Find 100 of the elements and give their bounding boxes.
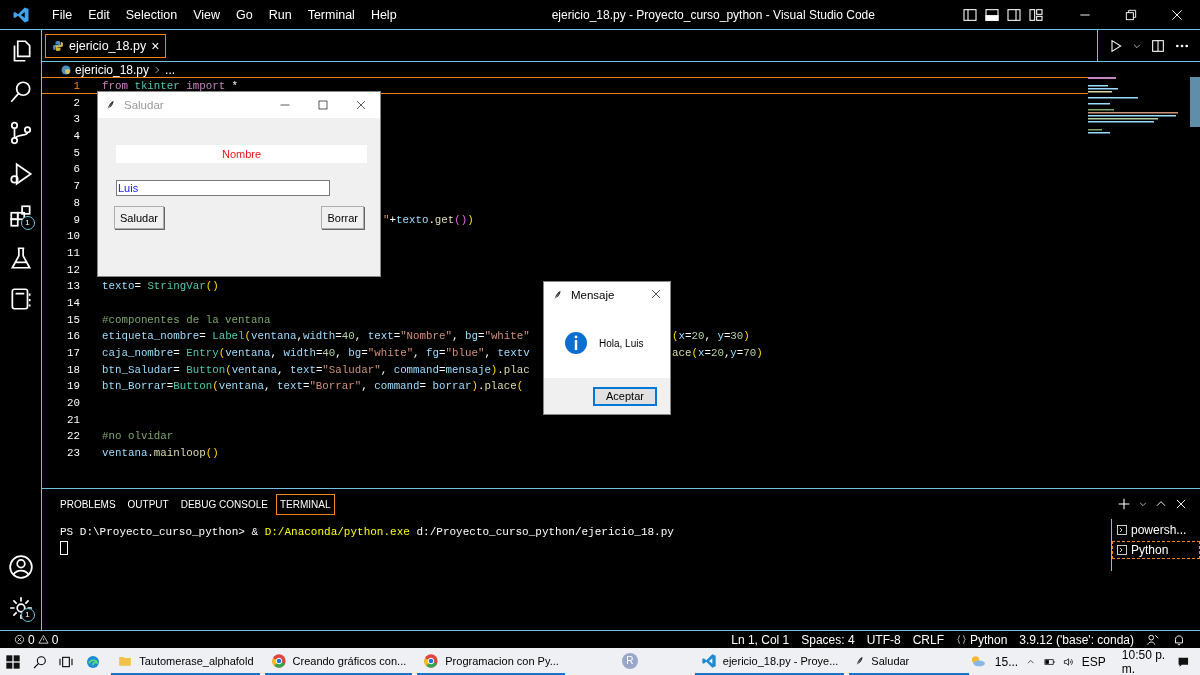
code-line: caja_nombre= Entry(ventana, width=40, bg="white", fg="blue", textv — [102, 346, 530, 360]
taskbar-app[interactable]: Saludar — [849, 648, 970, 675]
line-number: 9 — [72, 212, 81, 227]
status-item[interactable]: Python — [950, 632, 1014, 647]
code-fragment: "+texto.get()) — [383, 212, 474, 228]
browser-icon — [270, 652, 287, 669]
secondary-sidebar-icon[interactable] — [1006, 6, 1022, 23]
line-number: 18 — [66, 362, 81, 377]
panel-toggle-icon[interactable] — [984, 6, 1000, 23]
terminal-item[interactable]: powersh... — [1112, 521, 1200, 539]
input-language[interactable]: ESP — [1081, 654, 1106, 669]
line-number: 2 — [72, 95, 81, 110]
line-number: 3 — [72, 112, 81, 127]
run-icon[interactable] — [1108, 37, 1124, 54]
breadcrumb-item[interactable]: ejericio_18.py — [75, 62, 150, 77]
status-item[interactable]: CRLF — [906, 632, 950, 647]
sidebar-toggle-icon[interactable] — [962, 6, 978, 23]
close-icon[interactable]: × — [151, 37, 160, 54]
menu-item[interactable]: Go — [228, 7, 261, 22]
run-debug-icon[interactable] — [7, 161, 34, 187]
clock-text[interactable]: 10:50 p. m. — [1121, 647, 1170, 675]
line-number: 21 — [66, 412, 81, 427]
problems-indicator[interactable]: 0 0 — [8, 632, 65, 647]
name-input-field[interactable]: Luis — [116, 180, 330, 196]
line-number: 10 — [66, 229, 81, 243]
action-button[interactable]: Saludar — [114, 206, 164, 229]
line-number: 7 — [72, 179, 81, 193]
ok-button[interactable]: Aceptar — [593, 386, 657, 406]
line-number: 15 — [66, 312, 81, 327]
menu-item[interactable]: Terminal — [299, 7, 363, 22]
chevron-down-icon[interactable] — [1138, 499, 1148, 509]
editor-tab[interactable]: ejericio_18.py × — [45, 33, 167, 58]
code-editor-icon — [700, 652, 717, 669]
python-file-icon — [60, 63, 72, 76]
taskbar-app[interactable]: Tautomerase_alphafold — [111, 648, 260, 675]
code-line: ventana.mainloop() — [102, 446, 219, 460]
status-item[interactable]: UTF-8 — [860, 632, 907, 647]
split-editor-icon[interactable] — [1150, 37, 1166, 54]
menu-item[interactable]: View — [185, 7, 228, 22]
line-number: 19 — [66, 379, 81, 394]
settings-icon[interactable] — [7, 595, 34, 621]
line-number: 1 — [72, 79, 81, 93]
search-icon[interactable] — [31, 653, 48, 670]
terminal-line: PS D:\Proyecto_curso_python> & D:/Anaconda/python.exe d:/Proyecto_curso_python/ejericio_18.py — [60, 525, 675, 540]
window-title: ejericio_18.py - Proyecto_curso_python - Visual Studio Code — [551, 7, 875, 22]
close-icon[interactable] — [1174, 497, 1188, 511]
extensions-icon[interactable] — [7, 203, 34, 229]
terminal-item[interactable]: Python — [1112, 541, 1200, 559]
menu-item[interactable]: File — [44, 7, 81, 22]
temperature-text[interactable]: 15... — [994, 654, 1019, 669]
panel-tab[interactable]: TERMINAL — [275, 493, 335, 515]
terminal-icon — [1116, 544, 1128, 556]
terminal-cursor — [60, 541, 68, 555]
line-number: 6 — [72, 162, 81, 177]
panel-tab[interactable]: OUTPUT — [123, 493, 173, 515]
line-number: 23 — [66, 446, 81, 460]
line-number: 17 — [66, 346, 81, 360]
browser-icon[interactable] — [84, 653, 101, 670]
menu-item[interactable]: Run — [260, 7, 300, 22]
scrollbar-thumb[interactable] — [1190, 77, 1200, 127]
name-label: Nombre — [116, 145, 367, 163]
taskbar-app[interactable]: Programacion con Py... — [417, 648, 565, 675]
action-button[interactable]: Borrar — [321, 206, 364, 229]
taskbar-app[interactable]: Creando gráficos con... — [264, 648, 413, 675]
code-line: etiqueta_nombre= Label(ventana,width=40, text="Nombre", bg="white" — [102, 329, 530, 343]
restore-icon[interactable] — [1124, 7, 1138, 22]
panel-tab[interactable]: DEBUG CONSOLE — [176, 493, 272, 515]
close-icon[interactable] — [355, 99, 367, 111]
code-line: btn_Borrar=Button(ventana, text="Borrar", command= borrar).place( — [102, 379, 524, 394]
maximize-icon[interactable] — [317, 99, 329, 111]
panel-tab[interactable]: PROBLEMS — [56, 493, 120, 515]
breadcrumb-item[interactable]: ... — [165, 62, 176, 77]
dialog-title: Mensaje — [571, 289, 615, 301]
notification-badge: 1 — [20, 216, 35, 230]
dialog-message: Hola, Luis — [599, 337, 644, 349]
layout-icon[interactable] — [1028, 6, 1044, 23]
window-title: Saludar — [124, 99, 164, 111]
status-item[interactable]: Spaces: 4 — [795, 632, 861, 647]
code-line: texto= StringVar() — [102, 279, 219, 293]
windows-start-icon[interactable] — [5, 653, 22, 670]
line-number: 8 — [72, 195, 81, 210]
info-icon — [564, 331, 588, 355]
status-item[interactable]: Ln 1, Col 1 — [725, 632, 796, 647]
notification-badge: 1 — [20, 608, 35, 622]
error-icon — [14, 634, 25, 645]
terminal-icon — [1116, 524, 1128, 536]
account-icon[interactable] — [7, 554, 34, 580]
python-file-icon — [52, 39, 64, 52]
menu-item[interactable]: Selection — [117, 7, 186, 22]
plus-icon[interactable] — [1116, 496, 1132, 512]
menu-item[interactable]: Edit — [80, 7, 118, 22]
close-icon[interactable] — [1170, 7, 1184, 22]
menu-item[interactable]: Help — [362, 7, 405, 22]
line-number: 11 — [66, 245, 81, 260]
close-icon[interactable] — [650, 288, 662, 300]
feedback-icon[interactable] — [1146, 632, 1160, 647]
bell-icon[interactable] — [1172, 632, 1186, 647]
line-number: 16 — [66, 329, 81, 343]
status-item[interactable]: 3.9.12 ('base': conda) — [1013, 632, 1140, 647]
taskbar-app[interactable]: ejericio_18.py - Proye... — [694, 648, 845, 675]
